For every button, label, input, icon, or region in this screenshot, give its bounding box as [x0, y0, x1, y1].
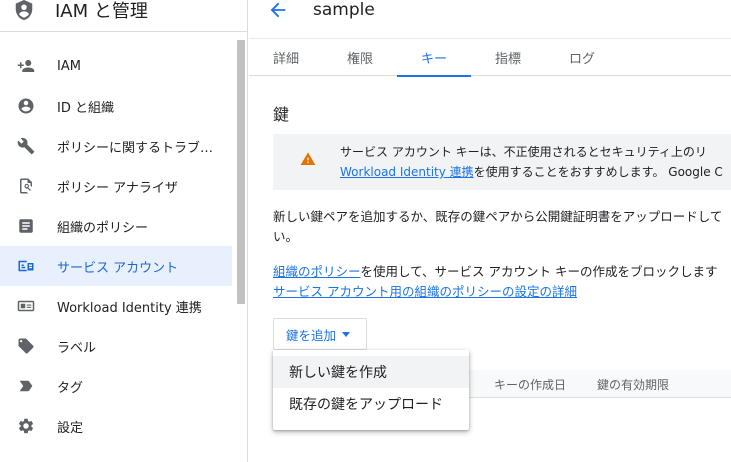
sidebar-item-label: タグ — [57, 380, 84, 396]
sidebar-item-label: Workload Identity 連携 — [57, 300, 202, 316]
page-title: sample — [313, 0, 375, 20]
list-doc-icon — [17, 217, 35, 235]
sidebar-item-policy-analyzer[interactable]: ポリシー アナライザ — [0, 166, 232, 206]
sidebar-item-iam[interactable]: IAM — [0, 46, 232, 86]
policy-text: 組織のポリシーを使用して、サービス アカウント キーの作成をブロックします サー… — [273, 262, 731, 302]
app-title: IAM と管理 — [55, 0, 148, 22]
sidebar-scrollbar[interactable] — [237, 40, 245, 304]
sidebar-item-tags[interactable]: タグ — [0, 366, 232, 406]
workload-identity-link[interactable]: Workload Identity 連携 — [340, 165, 474, 179]
account-circle-icon — [17, 97, 35, 115]
tab-logs[interactable]: ログ — [545, 39, 619, 76]
org-policy-details-link[interactable]: サービス アカウント用の組織のポリシーの設定の詳細 — [273, 284, 577, 299]
sidebar-item-service-accounts[interactable]: サービス アカウント — [0, 246, 232, 286]
menu-item-upload-key[interactable]: 既存の鍵をアップロード — [273, 388, 469, 420]
policy-text-body: を使用して、サービス アカウント キーの作成をブロックします — [360, 264, 718, 279]
sidebar-header: IAM と管理 — [0, 0, 247, 32]
id-card-icon — [17, 297, 35, 315]
sidebar-item-labels[interactable]: ラベル — [0, 326, 232, 366]
sidebar-item-label: ポリシー アナライザ — [57, 180, 178, 196]
add-key-label: 鍵を追加 — [286, 327, 337, 343]
tab-label: 権限 — [346, 52, 373, 67]
service-account-icon — [17, 257, 35, 275]
tab-label: 指標 — [494, 52, 521, 67]
tab-label: 詳細 — [272, 52, 299, 67]
tab-label: ログ — [568, 52, 595, 67]
sidebar-nav: IAM ID と組織 ポリシーに関するトラブ… ポリシー アナライザ 組織のポリ… — [0, 46, 232, 446]
description-text: 新しい鍵ペアを追加するか、既存の鍵ペアから公開鍵証明書をアップロードしてい。 — [273, 209, 723, 244]
sidebar-item-label: IAM — [57, 58, 81, 74]
tab-label: キー — [420, 52, 447, 67]
sidebar-item-id-org[interactable]: ID と組織 — [0, 86, 232, 126]
tab-details[interactable]: 詳細 — [249, 39, 323, 76]
tab-bar: 詳細 権限 キー 指標 ログ — [249, 38, 731, 77]
main-content: sample 詳細 権限 キー 指標 ログ 鍵 サービス アカウント キーは、不… — [249, 0, 731, 462]
sidebar-item-org-policies[interactable]: 組織のポリシー — [0, 206, 232, 246]
label-arrow-icon — [17, 377, 35, 395]
sidebar-item-label: サービス アカウント — [57, 260, 179, 276]
warning-banner: サービス アカウント キーは、不正使用されるとセキュリティ上のリ Workloa… — [273, 134, 731, 190]
column-header-expiry[interactable]: 鍵の有効期限 — [597, 376, 669, 393]
page-header: sample — [249, 0, 731, 32]
warning-line: サービス アカウント キーは、不正使用されるとセキュリティ上のリ — [340, 145, 707, 159]
tab-keys[interactable]: キー — [397, 39, 471, 77]
sidebar: IAM と管理 IAM ID と組織 ポリシーに関するトラブ… ポリシー アナラ… — [0, 0, 248, 462]
sidebar-item-label: 組織のポリシー — [57, 220, 149, 236]
sidebar-item-label: ID と組織 — [57, 100, 114, 116]
warning-line-rest: を使用することをおすすめします。 Google C — [473, 165, 723, 179]
add-key-menu: 新しい鍵を作成 既存の鍵をアップロード — [273, 350, 469, 430]
sidebar-item-policy-troubleshooter[interactable]: ポリシーに関するトラブ… — [0, 126, 232, 166]
sidebar-item-label: ポリシーに関するトラブ… — [57, 140, 214, 156]
tab-metrics[interactable]: 指標 — [471, 39, 545, 76]
tag-icon — [17, 337, 35, 355]
person-add-icon — [17, 57, 35, 75]
sidebar-item-workload-identity[interactable]: Workload Identity 連携 — [0, 286, 232, 326]
org-policy-link[interactable]: 組織のポリシー — [273, 264, 361, 279]
shield-icon — [15, 0, 33, 20]
add-key-button[interactable]: 鍵を追加 — [273, 318, 367, 350]
menu-item-create-key[interactable]: 新しい鍵を作成 — [273, 356, 469, 388]
caret-down-icon — [342, 331, 351, 337]
section-title: 鍵 — [273, 105, 290, 124]
doc-search-icon — [17, 177, 35, 195]
column-header-created[interactable]: キーの作成日 — [494, 376, 566, 393]
gear-icon — [17, 417, 35, 435]
back-arrow-icon[interactable] — [267, 0, 289, 21]
sidebar-item-settings[interactable]: 設定 — [0, 406, 232, 446]
warning-text: サービス アカウント キーは、不正使用されるとセキュリティ上のリ Workloa… — [340, 142, 723, 182]
sidebar-item-label: ラベル — [57, 340, 97, 356]
wrench-icon — [17, 137, 35, 155]
warning-icon — [300, 152, 316, 165]
warning-line: Workload Identity 連携を使用することをおすすめします。 Goo… — [340, 162, 723, 182]
sidebar-item-label: 設定 — [57, 420, 84, 436]
tab-permissions[interactable]: 権限 — [323, 39, 397, 76]
